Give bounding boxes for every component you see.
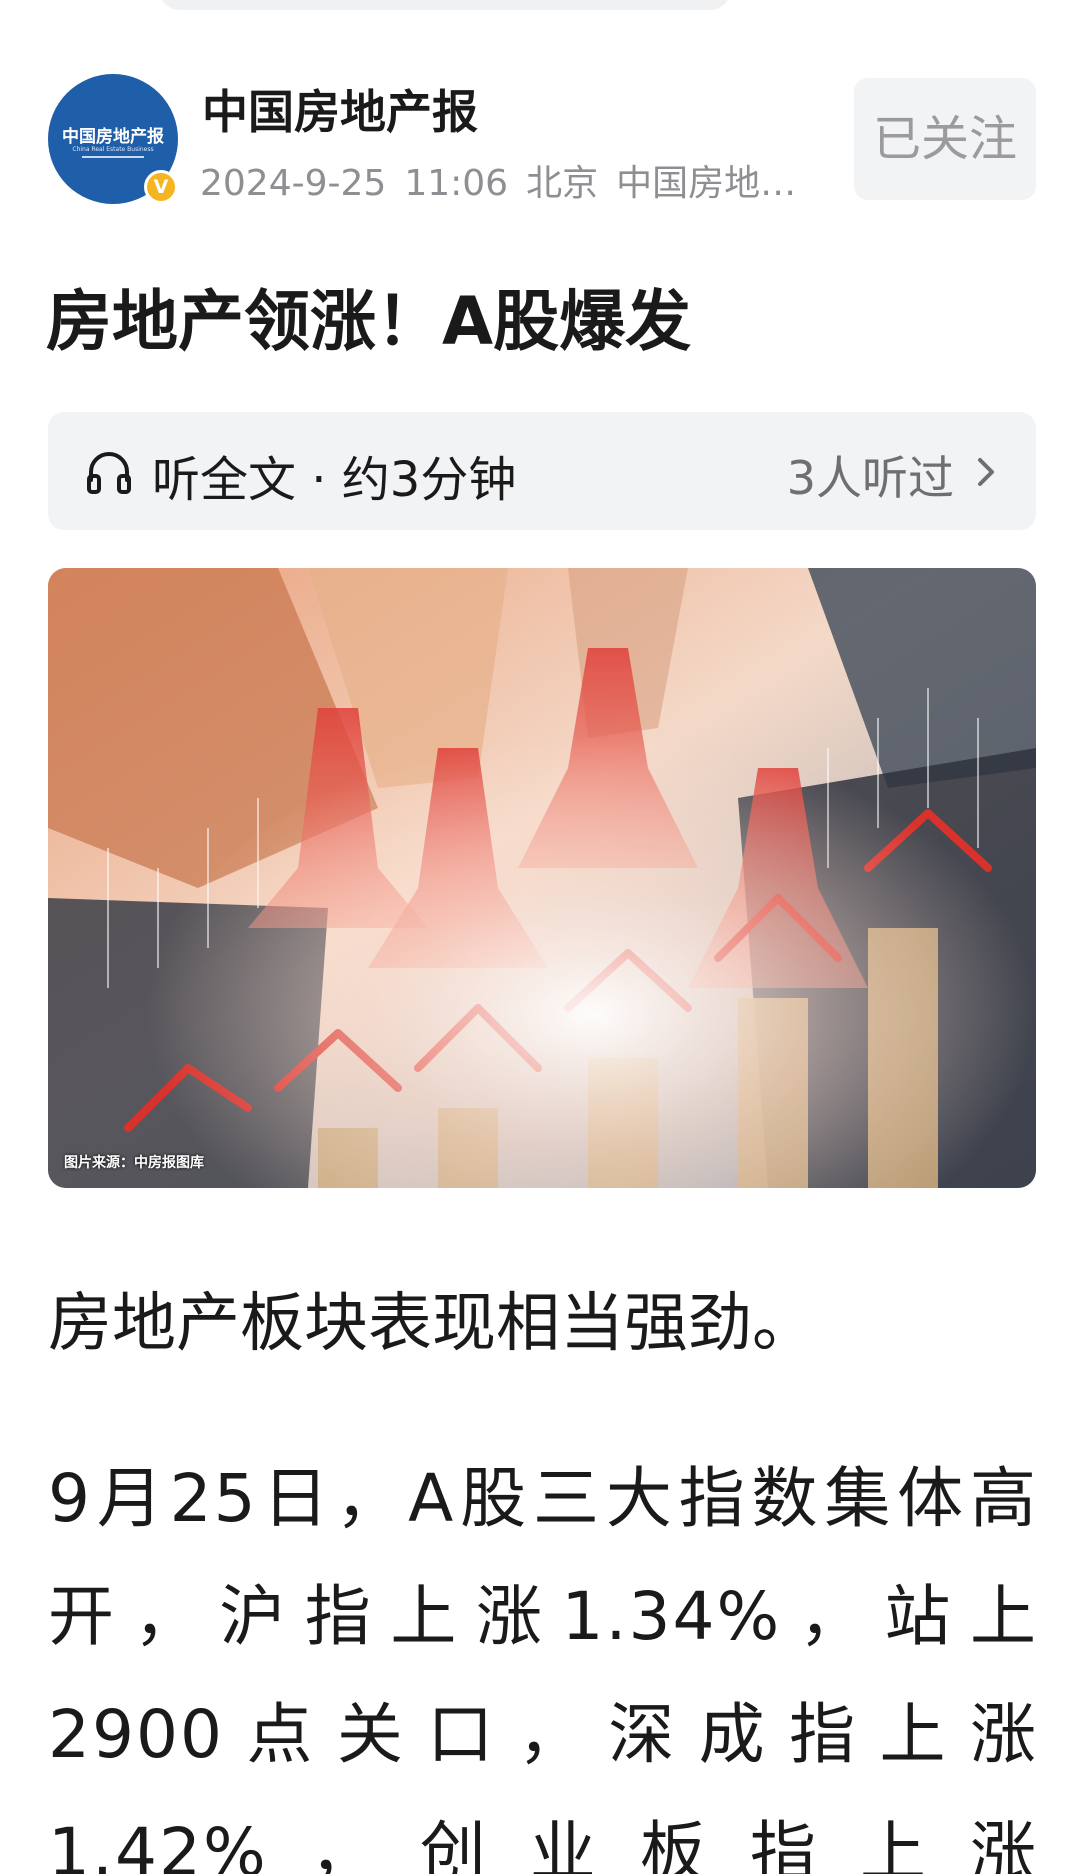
article-title: 房地产领涨！A股爆发	[46, 283, 692, 360]
author-header: 中国房地产报 China Real Estate Business V 中国房地…	[48, 74, 1036, 204]
image-credit: 图片来源：中房报图库	[64, 1155, 204, 1171]
post-meta: 2024-9-25 11:06 北京 中国房地…	[200, 154, 880, 206]
post-date: 2024-9-25	[200, 163, 387, 204]
post-time: 11:06	[404, 163, 509, 204]
post-location: 北京	[526, 163, 599, 204]
verified-badge-icon: V	[144, 170, 178, 204]
avatar-logo-text: 中国房地产报	[62, 127, 164, 147]
article-paragraph: 房地产板块表现相当强劲。	[48, 1287, 816, 1361]
article-paragraph: 9月25日，A股三大指数集体高开，沪指上涨1.34%，站上2900点关口，深成指…	[48, 1460, 1038, 1874]
listen-label: 听全文 · 约3分钟	[152, 452, 517, 508]
post-source: 中国房地…	[616, 163, 797, 204]
listen-bar[interactable]: 听全文 · 约3分钟 3人听过	[48, 412, 1036, 530]
chevron-right-icon	[978, 458, 994, 486]
avatar-logo-divider	[82, 156, 144, 158]
hero-illustration	[48, 568, 1036, 1188]
avatar-logo-subtext: China Real Estate Business	[72, 146, 154, 153]
top-search-pill[interactable]	[160, 0, 730, 10]
author-name[interactable]: 中国房地产报	[202, 76, 478, 142]
headphone-icon	[87, 452, 131, 494]
follow-button[interactable]: 已关注	[854, 78, 1036, 200]
listen-count: 3人听过	[786, 451, 954, 505]
article-hero-image[interactable]: 图片来源：中房报图库	[48, 568, 1036, 1188]
